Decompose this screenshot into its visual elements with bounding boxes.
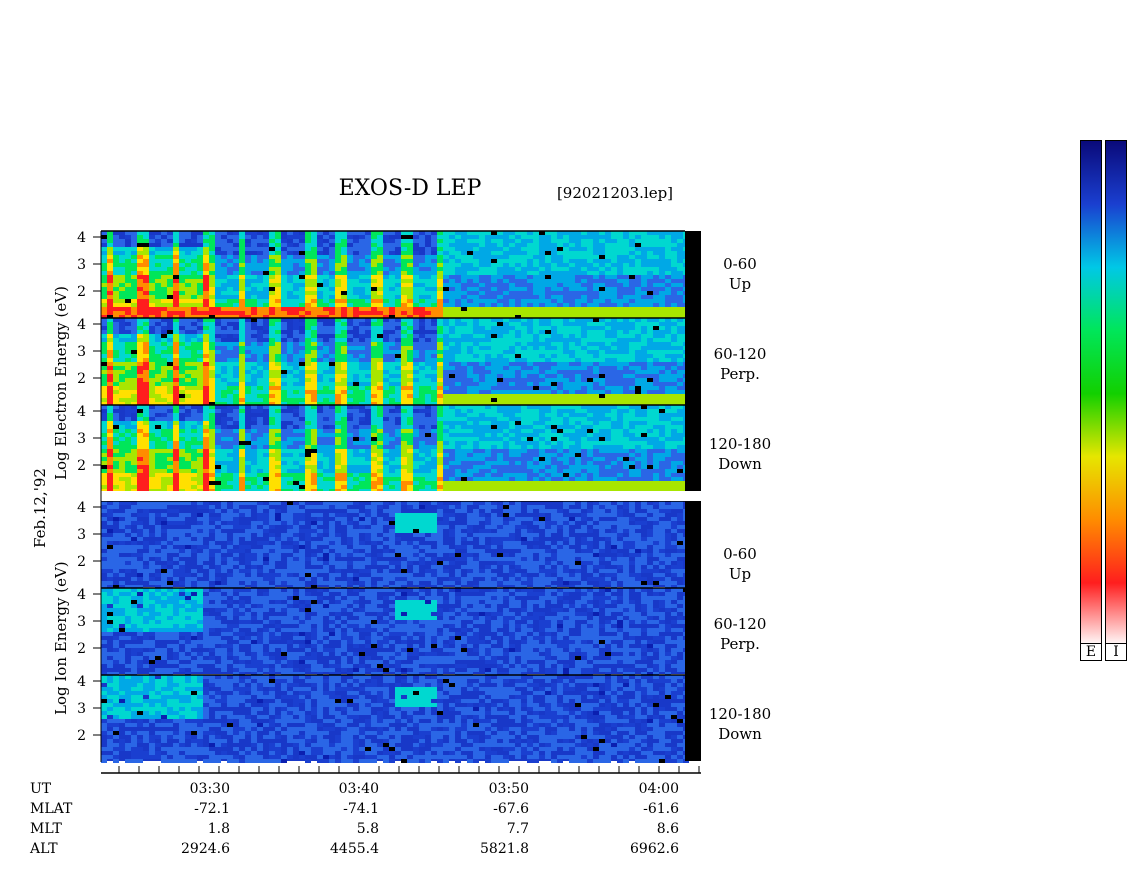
ion-axis-label: Log Ion Energy (eV) <box>52 561 70 715</box>
mlat-0400: -61.6 <box>643 801 679 817</box>
ut-0340: 03:40 <box>338 781 379 797</box>
alt-0350: 5821.8 <box>480 841 529 857</box>
y-tick-label: 4 <box>77 230 86 246</box>
colorbar-ion-label: I <box>1105 643 1127 661</box>
y-tick-label: 4 <box>77 317 86 333</box>
alt-row-label: ALT <box>30 841 58 857</box>
mlt-0400: 8.6 <box>656 821 679 837</box>
panel-direction: Down <box>718 725 762 743</box>
panel-direction: Up <box>728 275 752 293</box>
ut-row-label: UT <box>30 781 52 797</box>
y-tick-label: 3 <box>77 614 86 630</box>
panel-label-4: 0-60 Up <box>700 544 780 584</box>
mlt-0340: 5.8 <box>356 821 379 837</box>
data-gap-strip-2 <box>685 318 701 405</box>
y-tick-label: 4 <box>77 674 86 690</box>
y-tick-label: 3 <box>77 257 86 273</box>
panel-direction: Up <box>728 565 752 583</box>
y-tick-label: 3 <box>77 527 86 543</box>
colorbar-electron <box>1080 140 1102 647</box>
mlt-0350: 7.7 <box>506 821 529 837</box>
panel-range: 120-180 <box>708 705 772 723</box>
y-tick-label: 4 <box>77 404 86 420</box>
panel-label-5: 60-120 Perp. <box>700 614 780 654</box>
panel-direction: Perp. <box>720 635 760 653</box>
panel-range: 0-60 <box>723 545 757 563</box>
ut-0330: 03:30 <box>189 781 230 797</box>
alt-0400: 6962.6 <box>630 841 679 857</box>
y-tick-label: 2 <box>77 728 86 744</box>
mlat-0340: -74.1 <box>343 801 379 817</box>
y-tick-label: 3 <box>77 431 86 447</box>
y-tick-label: 3 <box>77 344 86 360</box>
data-gap-strip-4 <box>685 501 701 588</box>
panel-range: 0-60 <box>723 255 757 273</box>
y-tick-label: 2 <box>77 458 86 474</box>
panel-label-6: 120-180 Down <box>700 704 780 744</box>
y-tick-label: 2 <box>77 284 86 300</box>
ut-0350: 03:50 <box>488 781 529 797</box>
data-gap-strip-6 <box>685 675 701 761</box>
electron-axis-label: Log Electron Energy (eV) <box>52 286 70 480</box>
y-tick-label: 2 <box>77 371 86 387</box>
spectrogram-svg: 4 3 2 4 3 2 4 3 2 4 3 2 4 3 2 4 3 2 <box>77 230 701 774</box>
colorbar-ion <box>1105 140 1127 647</box>
data-gap-strip-3 <box>685 405 701 491</box>
y-tick-label: 2 <box>77 554 86 570</box>
mlat-row-label: MLAT <box>30 801 73 817</box>
y-tick-label: 2 <box>77 641 86 657</box>
alt-0330: 2924.6 <box>181 841 230 857</box>
y-tick-label: 3 <box>77 701 86 717</box>
panel-direction: Perp. <box>720 365 760 383</box>
mlat-0330: -72.1 <box>194 801 230 817</box>
date-label: Feb.12,'92 <box>31 468 49 548</box>
panel-label-1: 0-60 Up <box>700 254 780 294</box>
mlt-row-label: MLT <box>30 821 62 837</box>
data-gap-strip-1 <box>685 231 701 318</box>
mlt-0330: 1.8 <box>207 821 230 837</box>
ut-0400: 04:00 <box>638 781 679 797</box>
panel-label-3: 120-180 Down <box>700 434 780 474</box>
y-tick-label: 4 <box>77 500 86 516</box>
alt-0340: 4455.4 <box>330 841 379 857</box>
panel-direction: Down <box>718 455 762 473</box>
panel-range: 60-120 <box>713 345 767 363</box>
panel-label-2: 60-120 Perp. <box>700 344 780 384</box>
mlat-0350: -67.6 <box>493 801 529 817</box>
data-gap-strip-5 <box>685 588 701 675</box>
colorbar-electron-label: E <box>1080 643 1102 661</box>
group-gap <box>101 491 701 501</box>
panel-range: 60-120 <box>713 615 767 633</box>
panel-range: 120-180 <box>708 435 772 453</box>
y-tick-label: 4 <box>77 587 86 603</box>
